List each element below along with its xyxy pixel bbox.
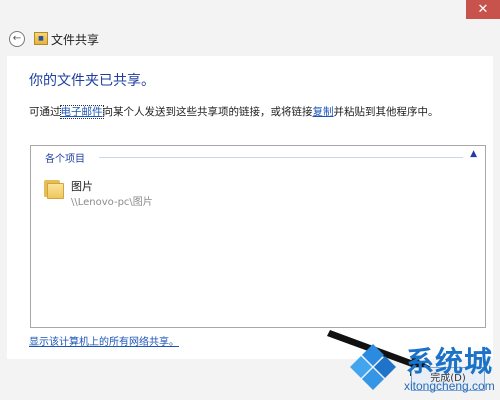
share-description: 可通过电子邮件向某个人发送到这些共享项的链接，或将链接复制并粘贴到其他程序中。: [29, 104, 439, 119]
watermark: 系统城 xitongcheng.com: [344, 338, 500, 400]
email-link[interactable]: 电子邮件: [59, 105, 104, 119]
description-text-1: 可通过: [29, 106, 61, 118]
description-text-2: 向某个人发送到这些共享项的链接，或将链接: [102, 106, 313, 118]
windows-logo-icon: [350, 344, 396, 390]
show-all-shares-link[interactable]: 显示该计算机上的所有网络共享。: [29, 333, 179, 348]
shared-items-list[interactable]: 各个项目 ▲ 图片 \\Lenovo-pc\图片: [30, 145, 486, 328]
group-header: 各个项目: [45, 154, 85, 165]
list-item-path: \\Lenovo-pc\图片: [71, 197, 153, 208]
group-divider: [99, 157, 463, 158]
folder-icon: [44, 178, 64, 199]
list-item-name[interactable]: 图片: [71, 178, 93, 194]
collapse-chevron-icon[interactable]: ▲: [470, 149, 477, 159]
close-button[interactable]: ✕: [466, 0, 500, 19]
wizard-content: 你的文件夹已共享。 可通过电子邮件向某个人发送到这些共享项的链接，或将链接复制并…: [7, 56, 493, 359]
wizard-header: ← ■ 文件共享: [0, 22, 500, 56]
description-text-3: 并粘贴到其他程序中。: [333, 106, 439, 118]
page-heading: 你的文件夹已共享。: [29, 73, 155, 89]
title-bar: ✕: [0, 0, 500, 22]
watermark-text-en: xitongcheng.com: [404, 379, 495, 393]
watermark-text-cn: 系统城: [406, 345, 494, 378]
network-share-wizard-icon: ■: [34, 32, 48, 45]
wizard-title: 文件共享: [51, 33, 100, 47]
back-button[interactable]: ←: [9, 31, 25, 47]
copy-link[interactable]: 复制: [313, 106, 334, 118]
